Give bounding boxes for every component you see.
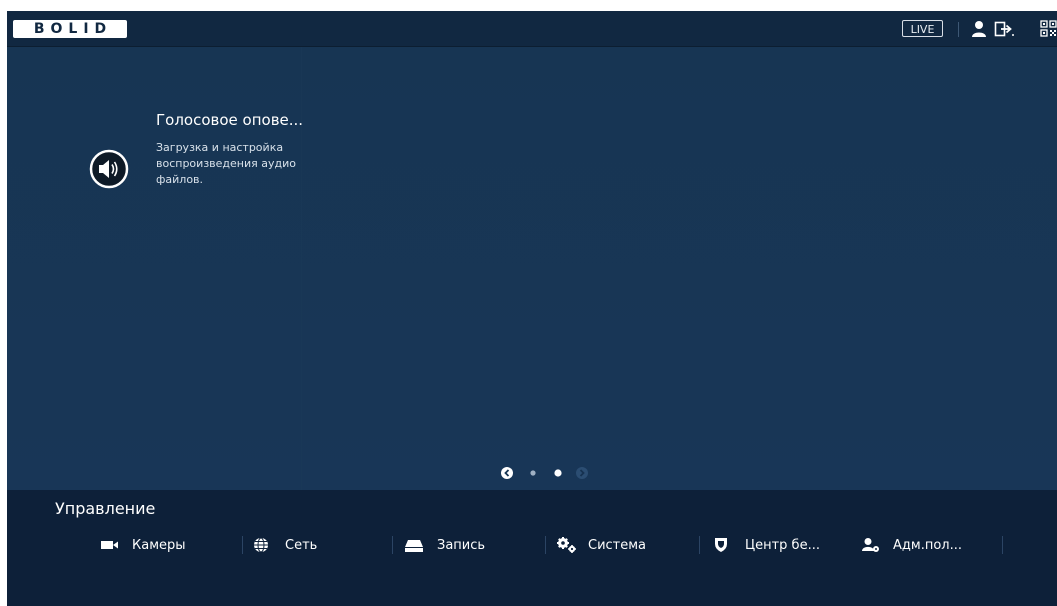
management-nav: Камеры Сеть Запись Система Центр бе... А…: [7, 533, 1057, 557]
nav-item-system[interactable]: Система: [556, 533, 646, 557]
nav-separator: [392, 536, 393, 554]
user-icon[interactable]: [970, 20, 988, 38]
hdd-icon: [405, 537, 425, 553]
pager-dot-2-active[interactable]: [554, 469, 562, 477]
app-window: BOLID LIVE Голосовое опове... Загрузка и…: [7, 11, 1057, 606]
pager-next-button[interactable]: [576, 467, 588, 479]
nav-item-record[interactable]: Запись: [405, 533, 485, 557]
nav-label-network: Сеть: [285, 537, 318, 553]
nav-item-security-center[interactable]: Центр бе...: [713, 533, 820, 557]
nav-item-network[interactable]: Сеть: [253, 533, 317, 557]
nav-item-cameras[interactable]: Камеры: [100, 533, 186, 557]
shield-icon: [713, 537, 733, 553]
qr-code-icon[interactable]: [1040, 20, 1057, 38]
user-settings-icon: [861, 537, 881, 553]
nav-label-user-admin: Адм.пол...: [893, 537, 962, 553]
camera-icon: [100, 537, 120, 553]
top-bar: BOLID LIVE: [7, 11, 1057, 47]
gears-icon: [556, 537, 576, 553]
management-title: Управление: [55, 499, 156, 518]
nav-label-record: Запись: [437, 537, 486, 553]
nav-separator: [545, 536, 546, 554]
nav-label-security-center: Центр бе...: [745, 537, 820, 553]
nav-separator: [1002, 536, 1003, 554]
brand-logo-text: BOLID: [33, 21, 113, 37]
topbar-divider: [958, 22, 959, 37]
content-area: Голосовое опове... Загрузка и настройка …: [7, 47, 1057, 490]
pager: [500, 465, 600, 479]
management-panel: Управление Камеры Сеть Запись Система Це…: [7, 490, 1057, 606]
pager-prev-button[interactable]: [501, 467, 513, 479]
nav-label-cameras: Камеры: [132, 537, 186, 553]
pager-dot-1[interactable]: [530, 470, 536, 476]
feature-card-voice-alert[interactable]: Голосовое опове... Загрузка и настройка …: [89, 109, 359, 219]
feature-title: Голосовое опове...: [156, 111, 304, 129]
nav-separator: [242, 536, 243, 554]
live-view-button[interactable]: LIVE: [902, 20, 943, 37]
nav-label-system: Система: [588, 537, 647, 553]
logout-icon[interactable]: [994, 20, 1014, 38]
globe-icon: [253, 537, 273, 553]
nav-separator: [699, 536, 700, 554]
brand-logo: BOLID: [13, 20, 127, 38]
speaker-icon: [89, 149, 129, 189]
nav-item-user-admin[interactable]: Адм.пол...: [861, 533, 962, 557]
feature-description: Загрузка и настройка воспроизведения ауд…: [156, 141, 296, 186]
